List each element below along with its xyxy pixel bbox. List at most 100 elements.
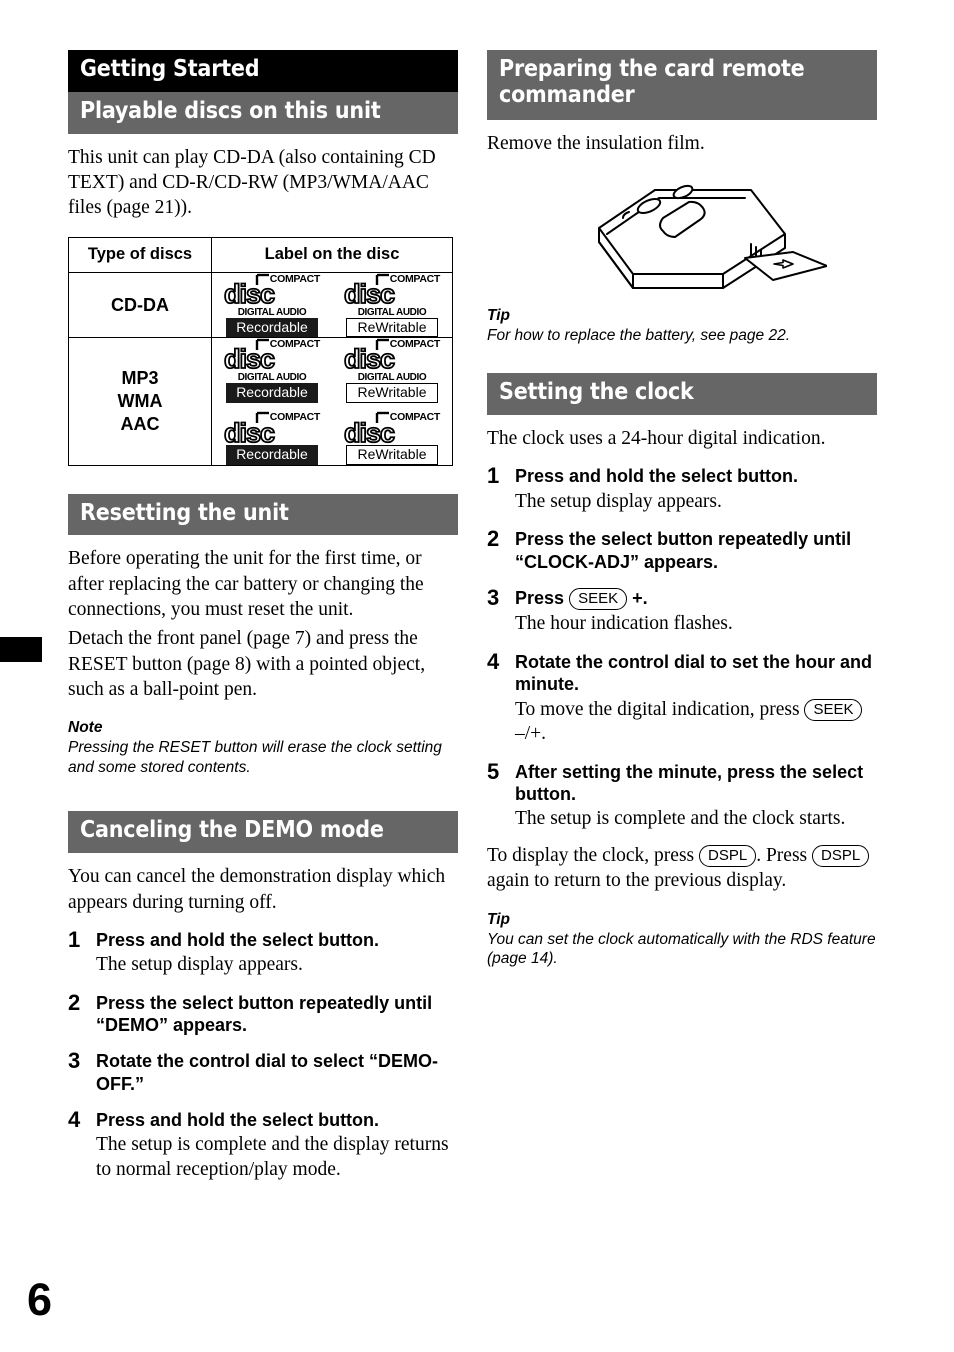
step-description: The setup is complete and the display re… (96, 1134, 449, 1180)
compact-disc-digital-audio-recordable-icon: COMPACT disc DIGITAL AUDIO Recordable (222, 338, 322, 403)
badge-recordable: Recordable (226, 444, 318, 465)
svg-text:DIGITAL AUDIO: DIGITAL AUDIO (238, 372, 307, 382)
section-heading-canceling-demo-mode: Canceling the DEMO mode (68, 811, 458, 854)
svg-text:COMPACT: COMPACT (390, 273, 441, 285)
compact-disc-recordable-icon: COMPACT disc Recordable (222, 411, 322, 465)
seek-key-icon[interactable]: SEEK (569, 587, 628, 611)
svg-text:disc: disc (344, 418, 395, 444)
step-number: 2 (487, 526, 500, 552)
clock-intro: The clock uses a 24-hour digital indicat… (487, 428, 826, 450)
disc-labels-mp3-wma-aac: COMPACT disc DIGITAL AUDIO Recordable CO… (211, 337, 453, 466)
badge-recordable: Recordable (226, 317, 318, 338)
list-item: 5 After setting the minute, press the se… (487, 758, 877, 832)
disc-type-mp3-wma-aac: MP3 WMA AAC (68, 337, 212, 466)
step-description-post: –/+. (515, 723, 547, 745)
svg-text:COMPACT: COMPACT (270, 338, 321, 350)
section-heading-setting-the-clock: Setting the clock (487, 373, 877, 416)
compact-disc-digital-audio-rewritable-icon: COMPACT disc DIGITAL AUDIO ReWritable (342, 338, 442, 403)
badge-rewritable: ReWritable (346, 383, 438, 403)
chapter-title-band: Getting Started (68, 50, 458, 92)
closing-pre: To display the clock, press (487, 844, 695, 866)
tip-label: Tip (487, 306, 510, 324)
manual-page: Getting Started Playable discs on this u… (0, 0, 954, 1352)
tip-label: Tip (487, 910, 510, 928)
list-item: 4 Press and hold the select button. The … (68, 1107, 458, 1182)
svg-text:disc: disc (344, 344, 395, 374)
page-number: 6 (27, 1274, 53, 1325)
closing-mid: . Press (756, 844, 808, 866)
logo-row: COMPACT disc DIGITAL AUDIO Recordable CO… (212, 338, 452, 403)
chapter-edge-tab-marker (0, 637, 42, 662)
step-number: 1 (487, 463, 500, 489)
disc-type-line: MP3 (121, 368, 159, 389)
logo-row: COMPACT disc Recordable COMPACT disc ReW… (212, 411, 452, 465)
step-description: The setup is complete and the clock star… (515, 808, 846, 830)
step-title: Press and hold the select button. (96, 1110, 380, 1130)
step-description: The setup display appears. (96, 954, 303, 976)
disc-type-line: AAC (120, 413, 160, 434)
step-number: 4 (487, 649, 500, 675)
step-number: 1 (68, 926, 81, 952)
seek-key-icon[interactable]: SEEK (804, 698, 863, 722)
badge-rewritable: ReWritable (346, 317, 438, 338)
tip-body: You can set the clock automatically with… (487, 930, 876, 968)
step-description-pre: To move the digital indication, press (515, 698, 800, 720)
compact-disc-digital-audio-recordable-icon: COMPACT disc DIGITAL AUDIO Recordable (222, 273, 322, 338)
column-header-label-on-the-disc: Label on the disc (211, 236, 453, 273)
dspl-key-icon[interactable]: DSPL (812, 844, 870, 868)
note-label: Note (68, 719, 103, 737)
list-item: 1 Press and hold the select button. The … (68, 926, 458, 978)
step-number: 5 (487, 758, 500, 784)
svg-text:DIGITAL AUDIO: DIGITAL AUDIO (358, 307, 427, 317)
step-description: The setup display appears. (515, 490, 722, 512)
compact-disc-digital-audio-rewritable-icon: COMPACT disc DIGITAL AUDIO ReWritable (342, 273, 442, 338)
step-title: Press and hold the select button. (96, 929, 380, 950)
section-heading-preparing-card-remote-commander: Preparing the card remote commander (487, 50, 877, 120)
reset-paragraph-2: Detach the front panel (page 7) and pres… (68, 628, 426, 701)
step-title: Press the select button repeatedly until… (515, 529, 852, 572)
list-item: 2 Press the select button repeatedly unt… (68, 989, 458, 1037)
section-heading-playable-discs: Playable discs on this unit (68, 91, 458, 134)
svg-text:disc: disc (224, 279, 275, 309)
list-item: 1 Press and hold the select button. The … (487, 463, 877, 514)
clock-closing-paragraph: To display the clock, press DSPL. Press … (487, 843, 877, 894)
dspl-key-icon[interactable]: DSPL (699, 844, 757, 868)
svg-text:disc: disc (344, 279, 395, 309)
svg-text:COMPACT: COMPACT (270, 273, 321, 285)
step-number: 4 (68, 1107, 81, 1132)
remote-intro: Remove the insulation film. (487, 132, 705, 154)
step-title: Press and hold the select button. (515, 466, 799, 487)
left-column: Getting Started Playable discs on this u… (68, 50, 458, 1182)
playable-discs-intro: This unit can play CD-DA (also containin… (68, 146, 436, 219)
disc-type-cd-da: CD-DA (68, 271, 212, 339)
svg-text:disc: disc (224, 344, 275, 374)
step-number: 3 (68, 1048, 81, 1074)
note-body: Pressing the RESET button will erase the… (68, 739, 442, 776)
list-item: 2 Press the select button repeatedly unt… (487, 526, 877, 573)
right-column: Preparing the card remote commander Remo… (487, 50, 877, 969)
list-item: 3 Press SEEK +. The hour indication flas… (487, 584, 877, 637)
step-number: 3 (487, 584, 500, 610)
list-item: 4 Rotate the control dial to set the hou… (487, 649, 877, 747)
demo-intro: You can cancel the demonstration display… (68, 866, 446, 913)
demo-steps-list: 1 Press and hold the select button. The … (68, 926, 458, 1183)
step-title: Press the select button repeatedly until… (96, 992, 433, 1036)
step-title: After setting the minute, press the sele… (515, 761, 864, 805)
svg-text:DIGITAL AUDIO: DIGITAL AUDIO (238, 307, 307, 317)
step-number: 2 (68, 989, 81, 1015)
svg-text:COMPACT: COMPACT (390, 411, 441, 423)
clock-steps-list: 1 Press and hold the select button. The … (487, 463, 877, 832)
step-description: The hour indication flashes. (515, 613, 733, 635)
svg-text:COMPACT: COMPACT (270, 411, 321, 423)
table-header-row: Type of discs Label on the disc (68, 236, 453, 273)
compact-disc-rewritable-icon: COMPACT disc ReWritable (342, 411, 442, 465)
list-item: 3 Rotate the control dial to select “DEM… (68, 1048, 458, 1095)
badge-rewritable: ReWritable (346, 444, 438, 465)
logo-row: COMPACT disc DIGITAL AUDIO Recordable CO… (212, 273, 452, 338)
tip-body: For how to replace the battery, see page… (487, 326, 791, 344)
step-description-row: To move the digital indication, press SE… (515, 698, 877, 747)
disc-type-line: WMA (117, 391, 163, 412)
table-row: CD-DA COMPACT disc DIGITAL AUDIO Recorda… (68, 271, 453, 339)
svg-text:disc: disc (224, 418, 275, 444)
section-heading-resetting-the-unit: Resetting the unit (68, 493, 458, 536)
